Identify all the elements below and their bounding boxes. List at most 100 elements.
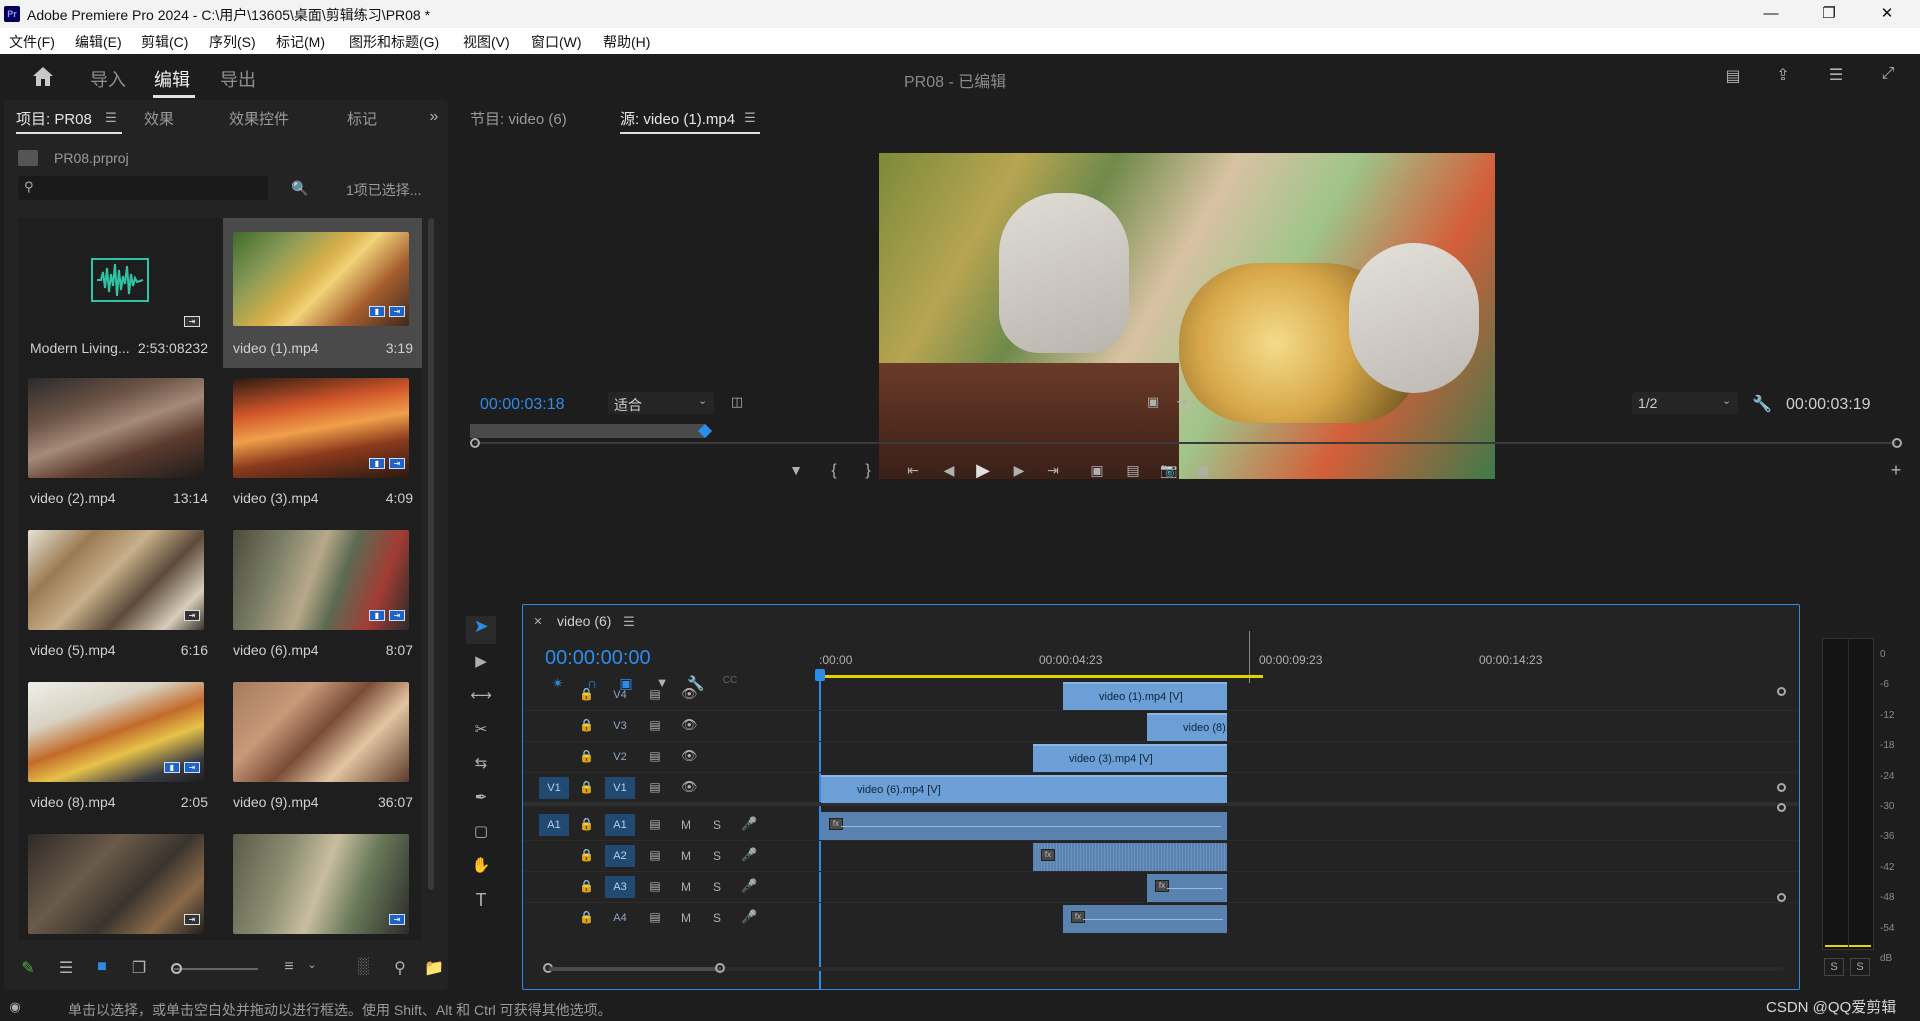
microphone-icon[interactable]: 🎤 xyxy=(741,909,757,925)
solo-left-button[interactable]: S xyxy=(1824,958,1844,976)
clip-item[interactable]: video (9).mp4 36:07 xyxy=(223,672,422,824)
zoom-slider[interactable] xyxy=(174,968,258,970)
minimize-icon[interactable]: — xyxy=(1742,0,1800,28)
timeline-audio-clip[interactable]: fx xyxy=(1063,905,1227,933)
clip-item[interactable]: video (2).mp4 13:14 xyxy=(18,368,218,520)
lock-icon[interactable]: 🔒 xyxy=(579,718,594,732)
clip-item[interactable]: ▮ ⇥ video (6).mp4 8:07 xyxy=(223,520,422,672)
zoom-bar-right-handle[interactable] xyxy=(1892,438,1902,448)
project-scrollbar[interactable] xyxy=(428,218,434,890)
tab-source-monitor[interactable]: 源: video (1).mp4 xyxy=(620,108,735,129)
menu-file[interactable]: 文件(F) xyxy=(9,32,55,52)
sync-lock-icon[interactable]: ▤ xyxy=(647,718,663,732)
zoom-select[interactable]: 适合 ⌄ xyxy=(608,392,714,414)
ripple-edit-tool-icon[interactable]: ⟷ xyxy=(466,686,496,704)
button-editor-icon[interactable]: ▩ xyxy=(1192,462,1214,479)
menu-edit[interactable]: 编辑(E) xyxy=(75,32,122,52)
timeline-ruler[interactable]: :00:00 00:00:04:23 00:00:09:23 00:00:14:… xyxy=(819,631,1799,683)
work-area-bar[interactable] xyxy=(819,675,1263,678)
share-icon[interactable]: ⇪ xyxy=(1772,65,1794,85)
menu-help[interactable]: 帮助(H) xyxy=(603,32,650,52)
drag-audio-only-icon[interactable]: ⇥ xyxy=(1172,394,1192,410)
solo-button[interactable]: S xyxy=(713,911,721,925)
tab-program-monitor[interactable]: 节目: video (6) xyxy=(470,108,567,129)
menu-view[interactable]: 视图(V) xyxy=(463,32,510,52)
go-to-out-icon[interactable]: ⇥ xyxy=(1042,462,1064,479)
sync-lock-icon[interactable]: ▤ xyxy=(647,910,663,924)
panel-menu-icon[interactable]: ☰ xyxy=(621,614,637,630)
add-button-icon[interactable]: + xyxy=(1886,460,1906,481)
insert-icon[interactable]: ▣ xyxy=(1086,462,1108,479)
pencil-icon[interactable]: ✎ xyxy=(18,958,38,978)
overwrite-icon[interactable]: ▤ xyxy=(1122,462,1144,479)
microphone-icon[interactable]: 🎤 xyxy=(741,878,757,894)
track-label[interactable]: A3 xyxy=(605,876,635,898)
timeline-audio-clip[interactable]: fx xyxy=(821,812,1227,840)
lock-icon[interactable]: 🔒 xyxy=(579,687,594,701)
lock-icon[interactable]: 🔒 xyxy=(579,780,594,794)
menu-clip[interactable]: 剪辑(C) xyxy=(141,32,188,52)
zoom-bar-range[interactable] xyxy=(549,967,721,971)
mark-in-icon[interactable]: { xyxy=(826,462,842,480)
scroll-handle-bottom[interactable] xyxy=(1777,893,1786,902)
workspace-edit[interactable]: 编辑 xyxy=(154,66,190,92)
source-time-ruler[interactable] xyxy=(470,422,1902,440)
sync-lock-icon[interactable]: ▤ xyxy=(647,848,663,862)
mute-button[interactable]: M xyxy=(681,880,691,894)
lock-icon[interactable]: 🔒 xyxy=(579,817,594,831)
automate-to-sequence-icon[interactable]: ░ xyxy=(352,958,374,976)
freeform-view-icon[interactable]: ❐ xyxy=(128,958,150,978)
type-tool-icon[interactable]: T xyxy=(466,890,496,911)
track-label[interactable]: A1 xyxy=(605,814,635,836)
clip-item[interactable]: ▮ ⇥ video (3).mp4 4:09 xyxy=(223,368,422,520)
track-label[interactable]: A4 xyxy=(605,907,635,929)
clip-item[interactable]: ⇥ Modern Living... 2:53:08232 xyxy=(18,218,218,368)
clip-item[interactable]: ▮ ⇥ video (8).mp4 2:05 xyxy=(18,672,218,824)
new-bin-search-icon[interactable]: 🔍 xyxy=(290,180,310,197)
sync-lock-icon[interactable]: ▤ xyxy=(647,879,663,893)
menu-sequence[interactable]: 序列(S) xyxy=(209,32,256,52)
scroll-handle-bottom[interactable] xyxy=(1777,783,1786,792)
scroll-handle-top[interactable] xyxy=(1777,687,1786,696)
source-patch-v1[interactable]: V1 xyxy=(539,777,569,799)
lock-icon[interactable]: 🔒 xyxy=(579,848,594,862)
timeline-audio-clip[interactable]: fx xyxy=(1147,874,1227,902)
step-forward-icon[interactable]: ▶ xyxy=(1008,462,1030,479)
clip-item[interactable]: ⇥ video (5).mp4 6:16 xyxy=(18,520,218,672)
eye-icon[interactable]: 👁 xyxy=(681,748,698,764)
solo-button[interactable]: S xyxy=(713,849,721,863)
settings-toggle-icon[interactable]: ◫ xyxy=(728,394,746,410)
sync-lock-icon[interactable]: ▤ xyxy=(647,687,663,701)
resolution-select[interactable]: 1/2 ⌄ xyxy=(1632,392,1738,414)
new-bin-icon[interactable]: 📁 xyxy=(424,958,444,978)
tab-effect-controls[interactable]: 效果控件 xyxy=(229,108,289,129)
restore-icon[interactable]: ❐ xyxy=(1800,0,1858,28)
lock-icon[interactable]: 🔒 xyxy=(579,910,594,924)
mute-button[interactable]: M xyxy=(681,849,691,863)
list-view-icon[interactable]: ☰ xyxy=(56,958,76,978)
search-field[interactable]: ⚲ xyxy=(18,176,268,200)
panel-menu-icon[interactable]: ☰ xyxy=(103,110,119,126)
camera-icon[interactable]: 📷 xyxy=(1158,462,1180,479)
rectangle-tool-icon[interactable]: ▢ xyxy=(466,822,496,840)
sync-lock-icon[interactable]: ▤ xyxy=(647,780,663,794)
fullscreen-icon[interactable]: ⤢ xyxy=(1877,65,1899,83)
sync-lock-icon[interactable]: ▤ xyxy=(647,749,663,763)
more-tabs-icon[interactable]: » xyxy=(426,108,442,126)
go-to-in-icon[interactable]: ⇤ xyxy=(902,462,924,479)
timeline-clip[interactable]: video (6).mp4 [V] xyxy=(821,775,1227,803)
play-icon[interactable]: ▶ xyxy=(972,460,994,481)
razor-tool-icon[interactable]: ✂ xyxy=(466,720,496,738)
sequence-tab[interactable]: video (6) xyxy=(557,613,611,629)
timeline-clip[interactable]: video (3).mp4 [V] xyxy=(1033,744,1227,772)
mark-out-icon[interactable]: } xyxy=(860,462,876,480)
hand-tool-icon[interactable]: ✋ xyxy=(466,856,496,874)
timeline-clip[interactable]: video (1).mp4 [V] xyxy=(1063,682,1227,710)
mute-button[interactable]: M xyxy=(681,818,691,832)
sync-lock-icon[interactable]: ▤ xyxy=(647,817,663,831)
track-select-tool-icon[interactable]: ▶ xyxy=(466,652,496,670)
eye-icon[interactable]: 👁 xyxy=(681,686,698,702)
eye-icon[interactable]: 👁 xyxy=(681,779,698,795)
tab-effects[interactable]: 效果 xyxy=(144,108,174,129)
slip-tool-icon[interactable]: ⇆ xyxy=(466,754,496,772)
